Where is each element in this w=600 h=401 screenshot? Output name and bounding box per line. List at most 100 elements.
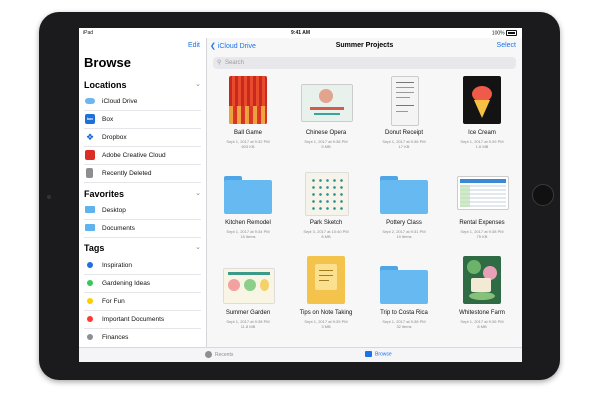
file-size: 75 KB	[476, 234, 488, 239]
file-size: 5 MB	[321, 144, 331, 149]
screen: iPad 9:41 AM 100% Edit Browse Locations …	[79, 28, 522, 362]
tag-dot-icon	[87, 298, 93, 304]
tab-label: Recents	[215, 351, 234, 358]
file-name: Ice Cream	[468, 130, 496, 136]
park-sketch-thumbnail	[305, 172, 349, 216]
ball-game-thumbnail	[229, 76, 267, 124]
file-meta: Sept 2, 2017 at 9:31 PM 19 items	[367, 229, 441, 239]
file-whitestone-farm[interactable]: Whitestone Farm Sept 1, 2017 at 9:36 PM 8…	[445, 256, 519, 336]
edit-button[interactable]: Edit	[188, 42, 200, 49]
file-summer-garden[interactable]: Summer Garden Sept 1, 2017 at 9:38 PM 11.…	[211, 256, 285, 336]
file-size: 11.8 MB	[240, 324, 256, 329]
sidebar-item-label: Box	[102, 116, 114, 123]
clock-icon	[205, 351, 212, 358]
file-ball-game[interactable]: Ball Game Sept 1, 2017 at 9:32 PM 603 KB	[211, 76, 285, 156]
tag-dot-icon	[87, 316, 93, 322]
file-name: Park Sketch	[309, 220, 343, 226]
sidebar-item-dropbox[interactable]: ❖ Dropbox	[84, 129, 201, 147]
file-park-sketch[interactable]: Park Sketch Sept 3, 2017 at 10:40 PM 8 MB	[289, 166, 363, 246]
sidebar-tag-for-fun[interactable]: For Fun	[84, 293, 201, 311]
chevron-down-icon: ⌄	[195, 190, 201, 197]
file-name: Summer Garden	[225, 310, 271, 316]
file-size: 1.6 MB	[475, 144, 489, 149]
folder-icon	[224, 176, 272, 214]
sidebar-tag-important-documents[interactable]: Important Documents	[84, 311, 201, 329]
dropbox-icon: ❖	[85, 132, 95, 142]
section-favorites[interactable]: Favorites ⌄	[84, 189, 201, 199]
battery-status: 100%	[492, 30, 517, 36]
sidebar-tag-inspiration[interactable]: Inspiration	[84, 257, 201, 275]
file-size: 15 items	[240, 234, 256, 239]
file-tips-on-note-taking[interactable]: Tips on Note Taking Sept 1, 2017 at 9:39…	[289, 256, 363, 336]
file-ice-cream[interactable]: Ice Cream Sept 1, 2017 at 9:39 PM 1.6 MB	[445, 76, 519, 156]
sidebar-item-desktop[interactable]: Desktop	[84, 202, 201, 220]
sidebar-item-label: Inspiration	[102, 262, 132, 269]
sidebar-item-label: Important Documents	[102, 316, 165, 323]
file-meta: Sept 3, 2017 at 10:40 PM 8 MB	[289, 229, 363, 239]
file-donut-receipt[interactable]: Donut Receipt Sept 1, 2017 at 9:36 PM 17 …	[367, 76, 441, 156]
file-chinese-opera[interactable]: Chinese Opera Sept 1, 2017 at 9:38 PM 5 M…	[289, 76, 363, 156]
file-meta: Sept 1, 2017 at 9:32 PM 603 KB	[211, 139, 285, 149]
clock: 9:41 AM	[291, 30, 310, 36]
file-rental-expenses[interactable]: Rental Expenses Sept 1, 2017 at 9:38 PM 7…	[445, 166, 519, 246]
camera-icon	[47, 195, 51, 199]
file-meta: Sept 1, 2017 at 9:36 PM 8 MB	[445, 319, 519, 329]
file-size: 8 MB	[477, 324, 487, 329]
folder-icon	[365, 351, 372, 357]
sidebar-item-label: Recently Deleted	[102, 170, 152, 177]
sidebar-tag-gardening-ideas[interactable]: Gardening Ideas	[84, 275, 201, 293]
folder-icon	[85, 206, 95, 213]
section-tags[interactable]: Tags ⌄	[84, 243, 201, 253]
chinese-opera-thumbnail	[301, 84, 353, 122]
file-size: 19 items	[396, 234, 412, 239]
search-icon: ⚲	[217, 60, 222, 66]
sidebar-item-documents[interactable]: Documents	[84, 220, 201, 238]
section-label: Favorites	[84, 189, 125, 199]
sidebar-item-label: For Fun	[102, 298, 125, 305]
donut-receipt-thumbnail	[391, 76, 419, 126]
tab-bar: Recents Browse	[79, 347, 522, 362]
file-meta: Sept 1, 2017 at 9:38 PM 75 KB	[445, 229, 519, 239]
select-button[interactable]: Select	[497, 42, 516, 49]
file-name: Pottery Class	[386, 220, 422, 226]
box-icon: box	[85, 114, 95, 124]
trash-icon	[86, 168, 93, 178]
tag-dot-icon	[87, 334, 93, 340]
sidebar-item-box[interactable]: box Box	[84, 111, 201, 129]
creative-cloud-icon	[85, 150, 95, 160]
sidebar-item-label: iCloud Drive	[102, 98, 138, 105]
tab-label: Browse	[375, 351, 392, 358]
search-field[interactable]: ⚲ Search	[213, 57, 516, 69]
status-bar: iPad 9:41 AM 100%	[79, 28, 522, 38]
sidebar-item-icloud-drive[interactable]: iCloud Drive	[84, 93, 201, 111]
sidebar-item-adobe-creative-cloud[interactable]: Adobe Creative Cloud	[84, 147, 201, 165]
file-name: Rental Expenses	[459, 220, 505, 226]
file-size: 32 items	[396, 324, 412, 329]
file-name: Donut Receipt	[384, 130, 424, 136]
file-meta: Sept 1, 2017 at 9:39 PM 1.6 MB	[445, 139, 519, 149]
sidebar-title: Browse	[84, 55, 131, 70]
section-label: Locations	[84, 80, 127, 90]
file-name: Tips on Note Taking	[299, 310, 353, 316]
file-meta: Sept 1, 2017 at 9:36 PM 17 KB	[367, 139, 441, 149]
folder-trip-to-costa-rica[interactable]: Trip to Costa Rica Sept 1, 2017 at 9:38 …	[367, 256, 441, 336]
rental-expenses-thumbnail	[457, 176, 509, 210]
file-name: Kitchen Remodel	[225, 220, 271, 226]
folder-kitchen-remodel[interactable]: Kitchen Remodel Sept 1, 2017 at 9:34 PM 1…	[211, 166, 285, 246]
file-name: Chinese Opera	[305, 130, 347, 136]
battery-icon	[506, 30, 517, 36]
folder-pottery-class[interactable]: Pottery Class Sept 2, 2017 at 9:31 PM 19 …	[367, 166, 441, 246]
tab-browse[interactable]: Browse	[365, 351, 392, 357]
search-placeholder: Search	[225, 60, 245, 66]
tab-recents[interactable]: Recents	[205, 351, 233, 358]
section-locations[interactable]: Locations ⌄	[84, 80, 201, 90]
sidebar-item-recently-deleted[interactable]: Recently Deleted	[84, 165, 201, 183]
home-button[interactable]	[532, 184, 554, 206]
file-name: Ball Game	[233, 130, 262, 136]
folder-icon	[380, 266, 428, 304]
sidebar-item-label: Dropbox	[102, 134, 127, 141]
sidebar-item-label: Adobe Creative Cloud	[102, 152, 166, 159]
folder-icon	[85, 224, 95, 231]
tips-on-note-taking-thumbnail	[307, 256, 345, 304]
sidebar-tag-finances[interactable]: Finances	[84, 329, 201, 346]
